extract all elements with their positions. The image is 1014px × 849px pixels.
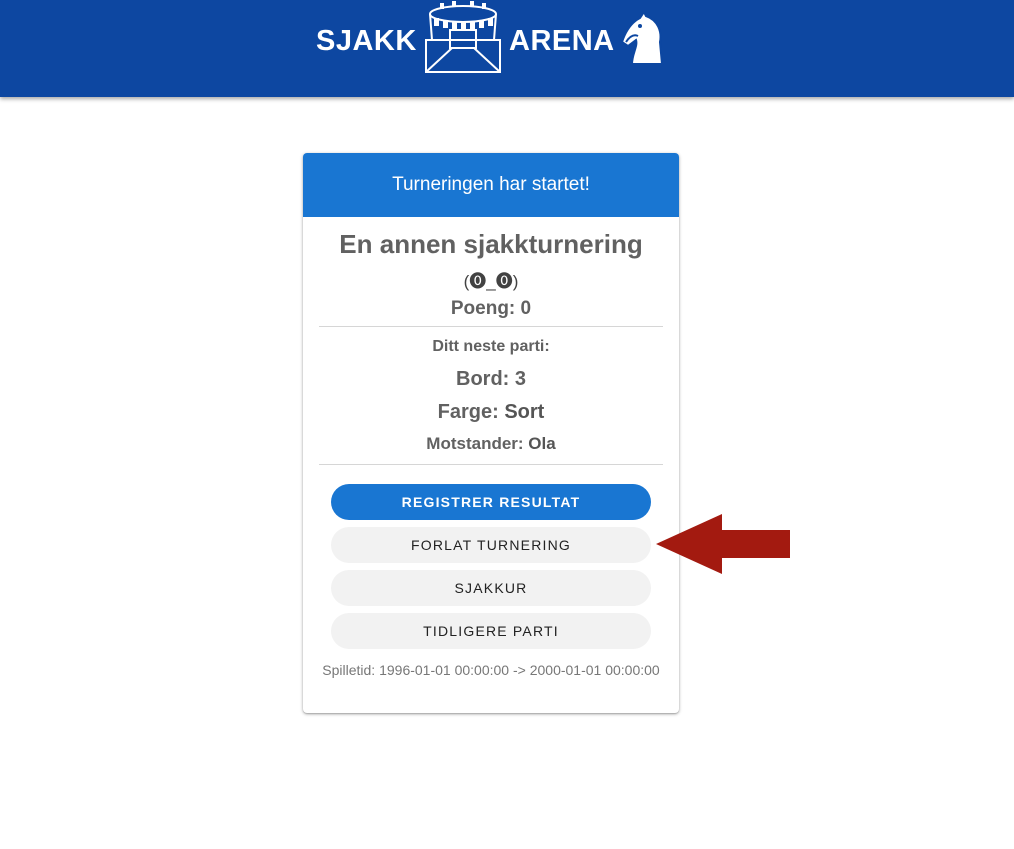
stadium-icon (425, 1, 501, 73)
playtime-range: Spilletid: 1996-01-01 00:00:00 -> 2000-0… (322, 662, 660, 678)
player-face: (⓿_⓿) (463, 272, 519, 291)
piece-color: Farge: Sort (303, 401, 679, 424)
points-label: Poeng: 0 (450, 298, 532, 319)
register-result-button[interactable]: REGISTRER RESULTAT (331, 484, 651, 520)
previous-games-button[interactable]: TIDLIGERE PARTI (331, 613, 651, 649)
sjakk-arena-logo[interactable]: SJAKK ARENA (312, 0, 672, 76)
board-number: Bord: 3 (456, 368, 526, 390)
color-prefix: Farge: (437, 401, 505, 423)
opponent-value: Ola (528, 434, 556, 453)
left-arrow-icon (656, 514, 790, 574)
next-game-label: Ditt neste parti: (432, 338, 550, 355)
opponent-prefix: Motstander: (426, 434, 529, 453)
app-header: SJAKK ARENA (0, 0, 1014, 97)
status-banner: Turneringen har startet! (303, 153, 679, 217)
color-value: Sort (504, 401, 545, 423)
opponent: Motstander: Ola (303, 434, 679, 454)
tournament-card: Turneringen har startet! En annen sjakkt… (303, 153, 679, 713)
logo-word-right: ARENA (509, 25, 615, 57)
chess-clock-button[interactable]: SJAKKUR (331, 570, 651, 606)
divider (319, 326, 663, 327)
leave-tournament-button[interactable]: FORLAT TURNERING (331, 527, 651, 563)
tournament-name: En annen sjakkturnering (339, 229, 643, 259)
knight-icon (620, 12, 664, 65)
divider (319, 464, 663, 465)
logo-word-left: SJAKK (316, 25, 417, 57)
